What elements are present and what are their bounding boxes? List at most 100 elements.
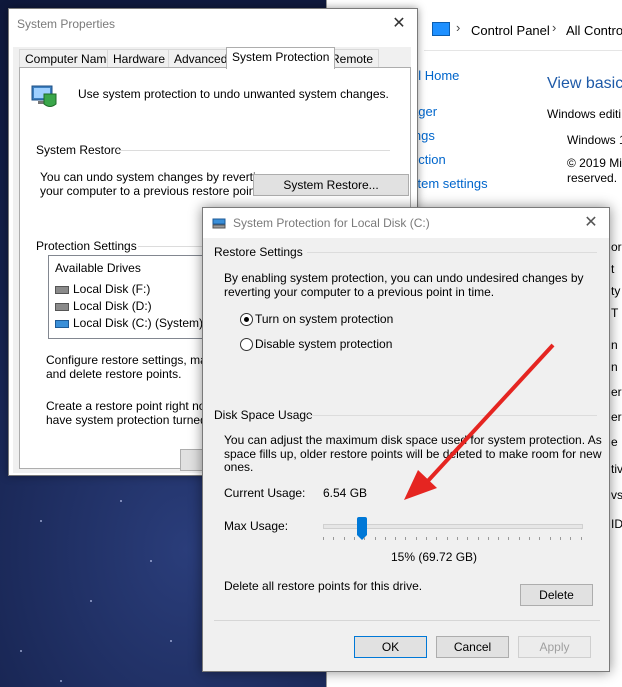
dialog-title: System Protection for Local Disk (C:) xyxy=(233,216,430,230)
cancel-button[interactable]: Cancel xyxy=(436,636,509,658)
restore-desc: You can undo system changes by reverting xyxy=(40,170,270,184)
close-icon[interactable]: ✕ xyxy=(581,212,601,232)
slider-tick xyxy=(559,537,561,540)
slider-tick xyxy=(539,537,541,540)
system-protection-icon xyxy=(31,85,57,107)
slider-tick xyxy=(384,537,386,540)
slider-tick xyxy=(508,537,510,540)
current-usage-value: 6.54 GB xyxy=(323,486,368,500)
tab-advanced[interactable]: Advanced xyxy=(168,49,234,68)
close-icon[interactable]: ✕ xyxy=(389,13,409,33)
divider xyxy=(214,620,600,621)
side-fragment: er xyxy=(611,385,622,399)
side-fragment: t xyxy=(611,262,615,276)
turn-on-protection-radio[interactable] xyxy=(240,313,253,326)
drive-icon xyxy=(55,285,69,294)
windows-edition-label: Windows editi xyxy=(547,107,622,121)
slider-tick xyxy=(518,537,520,540)
slider-tick xyxy=(343,537,345,540)
disk-icon xyxy=(212,218,226,229)
divider xyxy=(116,150,390,151)
disk-space-desc: You can adjust the maximum disk space us… xyxy=(224,433,602,447)
divider xyxy=(307,252,597,253)
system-restore-header: System Restore xyxy=(36,143,122,157)
drive-item-f[interactable]: Local Disk (F:) xyxy=(55,282,150,296)
side-fragment: or: xyxy=(611,240,622,254)
create-desc: have system protection turned on. xyxy=(46,413,227,427)
slider-tick xyxy=(415,537,417,540)
slider-tick xyxy=(353,537,355,540)
slider-tick xyxy=(446,537,448,540)
restore-settings-header: Restore Settings xyxy=(214,245,303,259)
side-fragment: vs xyxy=(611,488,622,502)
chevron-right-icon: › xyxy=(456,20,461,35)
disable-protection-radio[interactable] xyxy=(240,338,253,351)
restore-settings-desc: reverting your computer to a previous po… xyxy=(224,285,495,299)
protection-settings-header: Protection Settings xyxy=(36,239,137,253)
slider-tick xyxy=(323,537,324,540)
slider-tick xyxy=(580,537,582,540)
disk-space-header: Disk Space Usage xyxy=(214,408,313,422)
slider-tick xyxy=(487,537,489,540)
delete-button[interactable]: Delete xyxy=(520,584,593,606)
slider-tick xyxy=(436,537,438,540)
side-fragment: er xyxy=(611,410,622,424)
breadcrumb-control-panel[interactable]: Control Panel xyxy=(471,23,550,38)
drive-label: Local Disk (C:) (System) xyxy=(73,316,204,330)
chevron-right-icon: › xyxy=(552,20,557,35)
disk-space-desc: ones. xyxy=(224,460,254,474)
reserved-text: reserved. xyxy=(567,171,618,185)
system-restore-button[interactable]: System Restore... xyxy=(253,174,409,196)
drive-label: Local Disk (D:) xyxy=(73,299,152,313)
apply-button[interactable]: Apply xyxy=(518,636,591,658)
configure-desc: and delete restore points. xyxy=(46,367,182,381)
slider-tick xyxy=(456,537,458,540)
tab-hardware[interactable]: Hardware xyxy=(107,49,172,68)
system-protection-dialog: System Protection for Local Disk (C:) ✕ … xyxy=(202,207,610,672)
turn-on-protection-label[interactable]: Turn on system protection xyxy=(255,312,393,326)
slider-tick xyxy=(477,537,479,540)
tab-system-protection[interactable]: System Protection xyxy=(226,47,336,69)
drives-column-header: Available Drives xyxy=(55,261,141,275)
slider-tick xyxy=(570,537,572,540)
side-fragment: n xyxy=(611,360,618,374)
disable-protection-label[interactable]: Disable system protection xyxy=(255,337,392,351)
max-usage-slider-thumb[interactable] xyxy=(356,517,367,540)
drive-item-c[interactable]: Local Disk (C:) (System) xyxy=(55,316,203,330)
disk-space-desc: space fills up, older restore points wil… xyxy=(224,447,602,461)
view-basic-heading: View basic xyxy=(547,75,622,92)
drive-item-d[interactable]: Local Disk (D:) xyxy=(55,299,152,313)
slider-tick xyxy=(426,537,427,540)
control-panel-home-link[interactable]: el Home xyxy=(411,68,459,83)
side-fragment: ty xyxy=(611,284,621,298)
drive-label: Local Disk (F:) xyxy=(73,282,151,296)
slider-tick xyxy=(405,537,407,540)
address-bar[interactable]: › Control Panel › All Control xyxy=(424,10,622,51)
system-drive-icon xyxy=(55,319,69,328)
divider xyxy=(307,415,597,416)
copyright-text: © 2019 Mi xyxy=(567,156,622,170)
computer-icon xyxy=(432,22,450,36)
max-usage-label: Max Usage: xyxy=(224,519,289,533)
drive-icon xyxy=(55,302,69,311)
slider-tick xyxy=(529,537,530,540)
tab-computer-name[interactable]: Computer Name xyxy=(19,49,120,68)
slider-tick xyxy=(549,537,551,540)
slider-tick xyxy=(498,537,500,540)
side-fragment: T xyxy=(611,306,619,320)
restore-settings-desc: By enabling system protection, you can u… xyxy=(224,271,584,285)
side-fragment: n xyxy=(611,338,618,352)
slider-tick xyxy=(364,537,366,540)
dialog-titlebar: System Protection for Local Disk (C:) ✕ xyxy=(203,208,609,238)
slider-ticks xyxy=(323,537,583,541)
breadcrumb-all-control[interactable]: All Control xyxy=(566,23,622,38)
advanced-system-settings-link[interactable]: stem settings xyxy=(411,176,488,191)
intro-text: Use system protection to undo unwanted s… xyxy=(78,87,389,101)
current-usage-label: Current Usage: xyxy=(224,486,306,500)
windows-name: Windows 1 xyxy=(567,133,622,147)
slider-tick xyxy=(395,537,397,540)
side-fragment: e xyxy=(611,435,618,449)
slider-tick xyxy=(467,537,469,540)
slider-tick xyxy=(374,537,376,540)
ok-button[interactable]: OK xyxy=(354,636,427,658)
